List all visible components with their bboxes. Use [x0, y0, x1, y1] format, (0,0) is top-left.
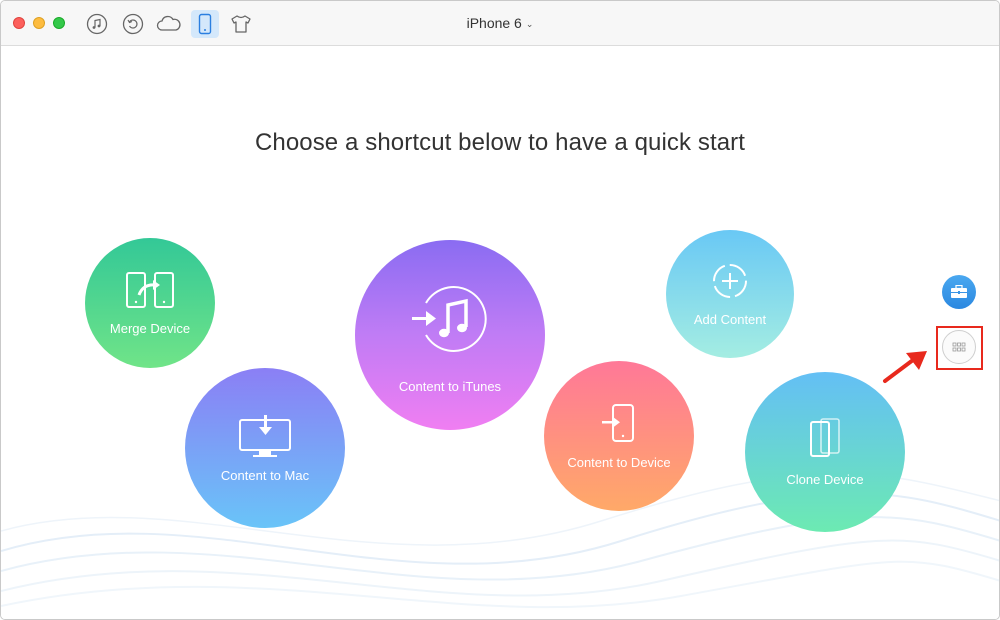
- content-to-mac-button[interactable]: Content to Mac: [185, 368, 345, 528]
- chevron-down-icon: ⌄: [525, 19, 534, 29]
- app-window: iPhone 6 ⌄ Choose a shortcut below to hav…: [0, 0, 1000, 620]
- add-content-label: Add Content: [693, 311, 767, 327]
- pointer-arrow-icon: [883, 351, 927, 383]
- content-to-itunes-icon: [412, 285, 487, 352]
- clone-device-icon: [810, 417, 840, 457]
- merge-device-button[interactable]: Merge Device: [85, 238, 215, 368]
- highlight-box: [936, 326, 983, 370]
- content-to-device-label: Content to Device: [567, 454, 671, 470]
- merge-device-icon: [126, 271, 174, 308]
- merge-device-label: Merge Device: [109, 320, 191, 336]
- clone-device-label: Clone Device: [786, 471, 864, 487]
- content-to-mac-icon: [239, 414, 291, 457]
- clone-device-button[interactable]: Clone Device: [745, 372, 905, 532]
- title-bar: iPhone 6 ⌄: [1, 1, 999, 46]
- add-content-button[interactable]: Add Content: [666, 230, 794, 358]
- toolbox-icon: [951, 285, 967, 298]
- content-to-itunes-button[interactable]: Content to iTunes: [355, 240, 545, 430]
- content-to-device-button[interactable]: Content to Device: [544, 361, 694, 511]
- page-heading: Choose a shortcut below to have a quick …: [254, 129, 746, 156]
- toolbox-button[interactable]: [942, 275, 976, 309]
- device-selector[interactable]: iPhone 6 ⌄: [1, 15, 999, 31]
- content-to-itunes-label: Content to iTunes: [398, 378, 502, 394]
- add-content-icon: [713, 263, 747, 298]
- device-name: iPhone 6: [466, 15, 522, 31]
- content-to-mac-label: Content to Mac: [220, 467, 310, 483]
- content-to-device-icon: [602, 403, 634, 442]
- main-content: Choose a shortcut below to have a quick …: [1, 47, 999, 619]
